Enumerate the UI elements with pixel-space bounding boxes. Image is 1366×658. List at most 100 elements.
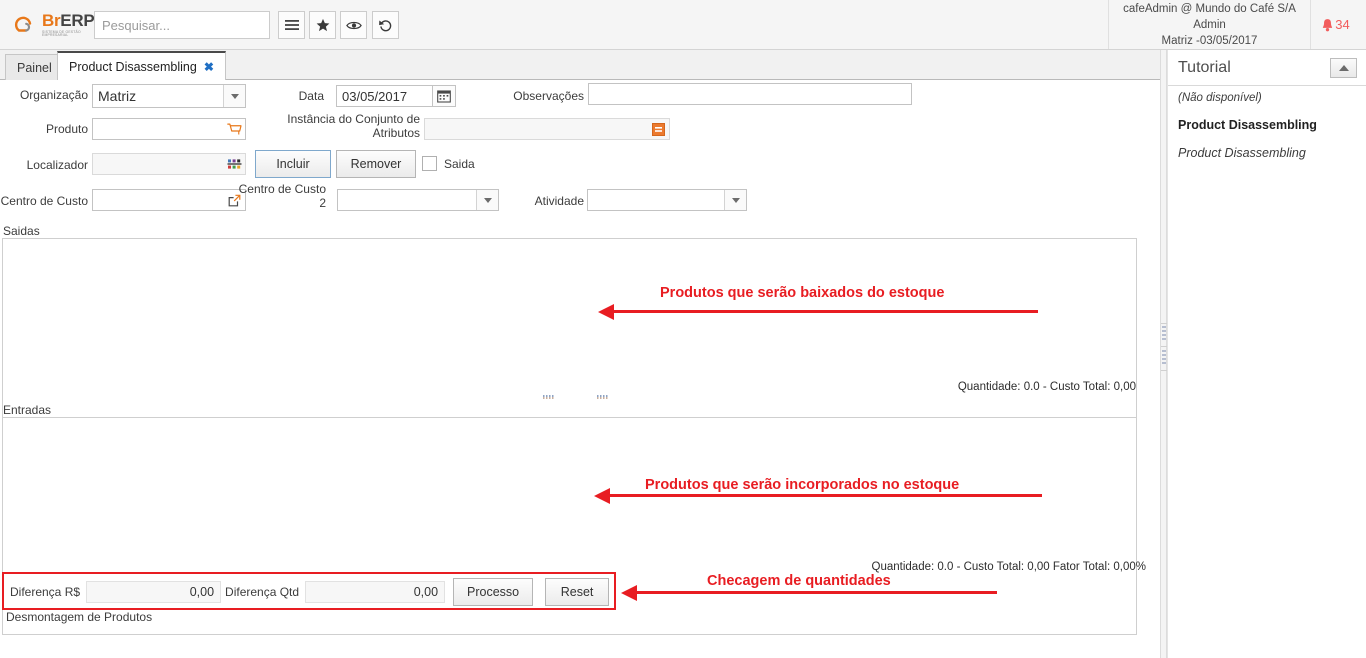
annotation-entradas-arrowhead [594, 488, 610, 504]
annotation-entradas-line [610, 494, 1042, 497]
atividade-chevron-down-icon[interactable] [724, 190, 746, 210]
organizacao-select[interactable] [92, 84, 246, 108]
tutorial-collapse-button[interactable] [1330, 58, 1357, 78]
annotation-saidas-text: Produtos que serão baixados do estoque [660, 285, 944, 301]
saida-checkbox[interactable] [422, 156, 437, 171]
tutorial-heading: Product Disassembling [1178, 118, 1358, 132]
saidas-status: Quantidade: 0.0 - Custo Total: 0,00 [838, 381, 1136, 393]
data-picker-button[interactable] [432, 85, 456, 107]
atividade-value[interactable] [588, 190, 724, 210]
star-icon [316, 18, 330, 32]
tutorial-sidebar: Tutorial (Não disponível) Product Disass… [1167, 50, 1366, 658]
centro-de-custo-input[interactable] [93, 190, 223, 210]
chevron-up-icon [1339, 65, 1349, 71]
observacoes-input-wrap[interactable] [588, 83, 912, 105]
label-localizador: Localizador [0, 158, 88, 172]
bell-icon [1321, 18, 1334, 32]
menu-button[interactable] [278, 11, 305, 39]
annotation-checagem-line [637, 591, 997, 594]
views-button[interactable] [340, 11, 367, 39]
label-data: Data [250, 89, 324, 103]
localizador-lookup[interactable] [92, 153, 246, 175]
localizador-input[interactable] [93, 154, 223, 174]
tab-product-disassembling-label: Product Disassembling [69, 60, 197, 74]
entradas-label: Entradas [3, 403, 51, 417]
produto-input[interactable] [93, 119, 223, 139]
tab-close-icon[interactable]: ✖ [204, 60, 214, 74]
tutorial-not-available: (Não disponível) [1178, 92, 1358, 104]
attributes-glyph [652, 123, 665, 136]
observacoes-input[interactable] [589, 84, 911, 104]
tab-product-disassembling[interactable]: Product Disassembling ✖ [57, 51, 226, 80]
saida-checkbox-row[interactable]: Saida [422, 156, 475, 171]
notifications-button[interactable]: 34 [1311, 0, 1360, 49]
label-instancia-line1: Instância do Conjunto de [240, 112, 420, 126]
saida-label: Saida [444, 157, 475, 171]
centro-de-custo-2-value[interactable] [338, 190, 476, 210]
label-produto: Produto [0, 122, 88, 136]
tutorial-title: Tutorial [1178, 59, 1231, 77]
calendar-icon[interactable] [433, 86, 455, 106]
user-info[interactable]: cafeAdmin @ Mundo do Café S/A Admin Matr… [1108, 0, 1311, 49]
grid-resize-grip-right[interactable] [597, 395, 608, 399]
processo-button[interactable]: Processo [453, 578, 533, 606]
label-instancia-line2: Atributos [240, 126, 420, 140]
atividade-select[interactable] [587, 189, 747, 211]
data-input[interactable] [337, 86, 435, 106]
annotation-entradas-text: Produtos que serão incorporados no estoq… [645, 477, 959, 493]
instancia-input[interactable] [425, 119, 647, 139]
tab-painel[interactable]: Painel [5, 54, 64, 80]
favorites-button[interactable] [309, 11, 336, 39]
label-organizacao: Organização [0, 88, 88, 102]
notification-count: 34 [1335, 17, 1349, 32]
annotation-saidas-arrowhead [598, 304, 614, 320]
label-centro-de-custo-2-line2: 2 [232, 196, 326, 210]
user-org-date-line: Matriz -03/05/2017 [1162, 33, 1258, 49]
eye-icon [346, 20, 362, 31]
diferenca-rs-value: 0,00 [86, 581, 221, 603]
label-atividade: Atividade [478, 194, 584, 208]
brand-tagline: SISTEMA DE GESTÃO EMPRESARIAL [42, 31, 94, 38]
user-name-line: cafeAdmin @ Mundo do Café S/A Admin [1109, 1, 1310, 33]
annotation-saidas-line [614, 310, 1038, 313]
label-centro-de-custo: Centro de Custo [0, 194, 88, 208]
label-observacoes: Observações [460, 89, 584, 103]
calendar-glyph [437, 89, 451, 103]
search-input[interactable] [95, 12, 285, 38]
tutorial-body: (Não disponível) Product Disassembling P… [1178, 92, 1358, 160]
diferenca-qtd-value: 0,00 [305, 581, 445, 603]
centro-de-custo-2-select[interactable] [337, 189, 499, 211]
brand-logo[interactable]: BrERP SISTEMA DE GESTÃO EMPRESARIAL [10, 12, 90, 38]
annotation-checagem-arrowhead [621, 585, 637, 601]
label-instancia: Instância do Conjunto de Atributos [240, 112, 420, 140]
attributes-icon[interactable] [647, 119, 669, 139]
search-box[interactable] [94, 11, 270, 39]
summary-bar: Diferença R$ 0,00 Diferença Qtd 0,00 Pro… [6, 576, 610, 607]
saidas-label: Saidas [3, 224, 40, 238]
remover-button[interactable]: Remover [336, 150, 416, 178]
organizacao-value[interactable] [93, 85, 223, 107]
reset-button[interactable]: Reset [545, 578, 609, 606]
diferenca-qtd-label: Diferença Qtd [221, 585, 305, 599]
sidebar-splitter[interactable] [1160, 50, 1167, 658]
grid-resize-grip-left[interactable] [543, 395, 554, 399]
top-bar: BrERP SISTEMA DE GESTÃO EMPRESARIAL [0, 0, 1366, 50]
tab-painel-label: Painel [17, 61, 52, 75]
annotation-checagem-text: Checagem de quantidades [707, 573, 891, 589]
data-input-wrap[interactable] [336, 85, 436, 107]
centro-de-custo-lookup[interactable] [92, 189, 246, 211]
undo-icon [378, 18, 393, 33]
tab-bar: Painel Product Disassembling ✖ [0, 50, 1160, 80]
organizacao-chevron-down-icon[interactable] [223, 85, 245, 107]
produto-lookup[interactable] [92, 118, 246, 140]
locator-icon[interactable] [223, 154, 245, 174]
history-button[interactable] [372, 11, 399, 39]
brand-prefix: Br [42, 11, 60, 30]
hamburger-icon [285, 19, 299, 31]
diferenca-rs-label: Diferença R$ [6, 585, 86, 599]
instancia-lookup[interactable] [424, 118, 670, 140]
tutorial-header: Tutorial [1168, 50, 1366, 86]
incluir-button[interactable]: Incluir [255, 150, 331, 178]
tutorial-italic-note: Product Disassembling [1178, 146, 1358, 160]
footnote-label: Desmontagem de Produtos [6, 610, 152, 624]
